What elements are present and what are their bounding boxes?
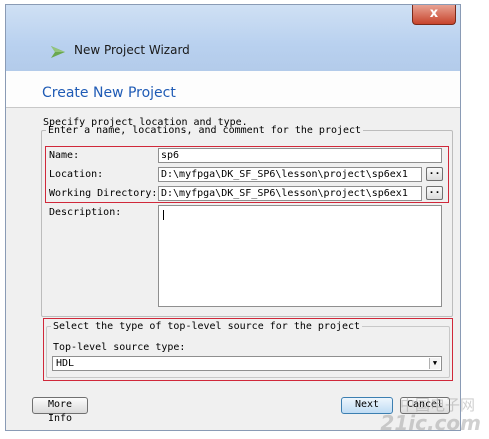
watermark-text: 21ic.com [380, 411, 481, 435]
wizard-arrow-icon [51, 46, 65, 58]
working-directory-field[interactable]: D:\myfpga\DK_SF_SP6\lesson\project\sp6ex… [158, 186, 422, 201]
location-field[interactable]: D:\myfpga\DK_SF_SP6\lesson\project\sp6ex… [158, 167, 422, 182]
source-type-label: Top-level source type: [53, 342, 186, 353]
description-label: Description: [49, 207, 122, 218]
close-icon: x [429, 6, 439, 21]
page-title: Create New Project [42, 85, 176, 101]
source-type-select[interactable]: HDL ▼ [52, 356, 442, 371]
working-directory-browse-button[interactable]: .. [426, 186, 443, 200]
description-textarea[interactable] [158, 205, 442, 307]
working-directory-label: Working Directory: [49, 188, 158, 199]
name-field[interactable]: sp6 [158, 148, 442, 163]
location-label: Location: [49, 169, 104, 180]
wizard-window: x New Project Wizard Create New Project … [5, 4, 461, 431]
more-info-button[interactable]: More Info [32, 397, 88, 424]
source-type-legend: Select the type of top-level source for … [53, 321, 361, 332]
name-label: Name: [49, 150, 80, 161]
location-browse-button[interactable]: .. [426, 167, 443, 181]
title-bar[interactable]: x New Project Wizard [6, 5, 460, 71]
project-info-legend: Enter a name, locations, and comment for… [48, 125, 362, 136]
close-button[interactable]: x [412, 5, 456, 25]
chevron-down-icon: ▼ [429, 358, 440, 369]
source-type-value: HDL [56, 358, 75, 369]
text-caret [163, 210, 164, 220]
window-title: New Project Wizard [74, 43, 190, 57]
